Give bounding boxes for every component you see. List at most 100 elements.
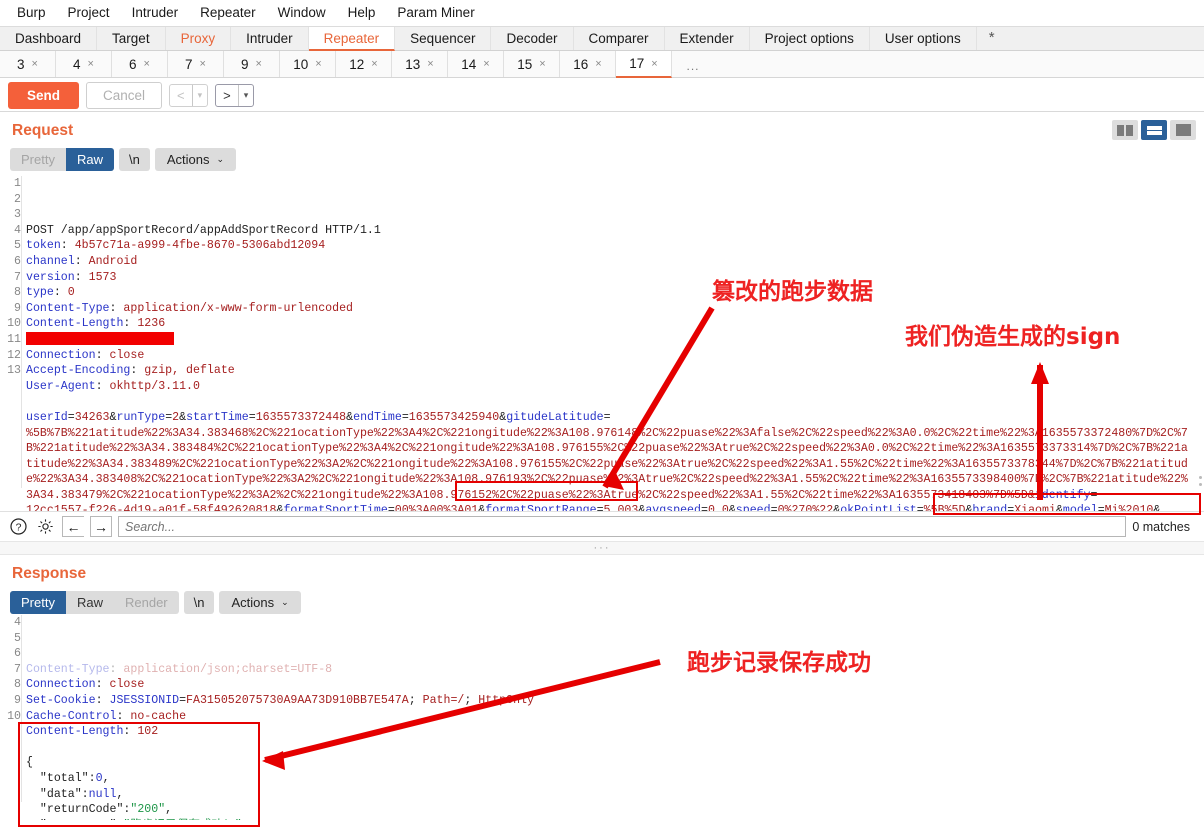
code-line[interactable]: token: 4b57c71a-a999-4fbe-8670-5306abd12… (26, 238, 1204, 254)
search-prev-button[interactable]: ← (62, 516, 84, 537)
menu-item-help[interactable]: Help (337, 0, 387, 26)
code-line[interactable]: channel: Android (26, 254, 1204, 270)
close-icon[interactable]: × (88, 58, 94, 70)
history-forward-button[interactable]: > ▾ (215, 83, 255, 107)
code-line[interactable] (26, 331, 1204, 348)
code-line[interactable]: Connection: close (26, 348, 1204, 364)
code-line[interactable]: 3A34.383479%2C%221ocationType%22%3A2%2C%… (26, 488, 1204, 504)
repeater-tab-7[interactable]: 7 × (168, 51, 224, 77)
repeater-tab-16[interactable]: 16 × (560, 51, 616, 77)
tab-repeater[interactable]: Repeater (308, 27, 396, 51)
close-icon[interactable]: × (595, 58, 601, 70)
tab-sequencer[interactable]: Sequencer (395, 27, 492, 50)
code-line[interactable]: "returnMsg":"跑步记录保存成功！", (26, 818, 1204, 820)
repeater-tab-15[interactable]: 15 × (504, 51, 560, 77)
chevron-down-icon[interactable]: ▾ (239, 85, 254, 106)
request-editor[interactable]: 1 2 3 4 5 6 7 8 9 10 11 12 13 POST /app/appSportReco… (0, 176, 1204, 511)
code-line[interactable]: titude%22%3A34.383489%2C%221ocationType%… (26, 457, 1204, 473)
close-icon[interactable]: × (256, 58, 262, 70)
code-token: & (728, 504, 736, 511)
code-line[interactable]: POST /app/appSportRecord/appAddSportReco… (26, 223, 1204, 239)
gear-icon[interactable] (35, 516, 56, 537)
response-actions-button[interactable]: Actions ⌄ (219, 591, 301, 614)
menu-item-window[interactable]: Window (267, 0, 337, 26)
tab-user-options[interactable]: User options (870, 27, 977, 50)
code-line[interactable]: Content-Length: 1236 (26, 316, 1204, 332)
view-mode-single-pane-button[interactable] (1170, 120, 1196, 140)
close-icon[interactable]: × (315, 58, 321, 70)
code-line[interactable]: type: 0 (26, 285, 1204, 301)
request-newline-button[interactable]: \n (118, 148, 150, 171)
code-line[interactable]: User-Agent: okhttp/3.11.0 (26, 379, 1204, 395)
response-render-button[interactable]: Render (114, 591, 179, 614)
code-line[interactable]: 12cc1557-f226-4d19-a01f-58f492620818 & for… (26, 503, 1204, 511)
view-mode-split-vertical-button[interactable] (1112, 120, 1138, 140)
code-line[interactable]: Content-Length: 102 (26, 724, 1204, 740)
code-line[interactable]: Content-Type: application/json;charset=U… (26, 662, 1204, 678)
menu-item-param-miner[interactable]: Param Miner (386, 0, 485, 26)
code-line[interactable]: Connection: close (26, 677, 1204, 693)
close-icon[interactable]: × (651, 58, 657, 70)
panel-splitter[interactable]: ··· (0, 541, 1204, 555)
repeater-tab-9[interactable]: 9 × (224, 51, 280, 77)
code-line[interactable]: "total":0, (26, 771, 1204, 787)
repeater-tab-13[interactable]: 13 × (392, 51, 448, 77)
close-icon[interactable]: × (427, 58, 433, 70)
close-icon[interactable]: × (539, 58, 545, 70)
response-newline-button[interactable]: \n (183, 591, 215, 614)
repeater-tab-6[interactable]: 6 × (112, 51, 168, 77)
request-pretty-button[interactable]: Pretty (10, 148, 66, 171)
response-raw-button[interactable]: Raw (66, 591, 114, 614)
repeater-tab-3[interactable]: 3 × (0, 51, 56, 77)
repeater-tab-4[interactable]: 4 × (56, 51, 112, 77)
repeater-tab-17[interactable]: 17 × (616, 51, 672, 78)
view-mode-split-horizontal-button[interactable] (1141, 120, 1167, 140)
tab-intruder[interactable]: Intruder (231, 27, 309, 50)
code-line[interactable]: %5B%7B%221atitude%22%3A34.383468%2C%221o… (26, 426, 1204, 442)
repeater-tab-14[interactable]: 14 × (448, 51, 504, 77)
code-line[interactable]: "data":null, (26, 787, 1204, 803)
close-icon[interactable]: × (483, 58, 489, 70)
repeater-tab-12[interactable]: 12 × (336, 51, 392, 77)
code-line[interactable]: Content-Type: application/x-www-form-url… (26, 301, 1204, 317)
search-next-button[interactable]: → (90, 516, 112, 537)
request-raw-button[interactable]: Raw (65, 148, 114, 171)
tab-scratch[interactable]: * (977, 27, 1007, 50)
menu-item-repeater[interactable]: Repeater (189, 0, 267, 26)
code-line[interactable]: e%22%3A34.383408%2C%221ocationType%22%3A… (26, 472, 1204, 488)
tab-project-options[interactable]: Project options (750, 27, 870, 50)
request-content[interactable]: POST /app/appSportRecord/appAddSportReco… (26, 223, 1204, 511)
code-line[interactable]: { (26, 755, 1204, 771)
tab-extender[interactable]: Extender (665, 27, 750, 50)
send-button[interactable]: Send (8, 81, 80, 109)
close-icon[interactable]: × (371, 58, 377, 70)
repeater-tab-overflow[interactable]: ... (672, 51, 714, 77)
search-input[interactable] (118, 516, 1127, 537)
code-line[interactable]: userId=34263&runType=2&startTime=1635573… (26, 410, 1204, 426)
response-content[interactable]: Content-Type: application/json;charset=U… (26, 662, 1204, 820)
response-pretty-button[interactable]: Pretty (10, 591, 66, 614)
help-icon[interactable]: ? (8, 516, 29, 537)
code-line[interactable]: Set-Cookie: JSESSIONID=FA315052075730A9A… (26, 693, 1204, 709)
tab-proxy[interactable]: Proxy (166, 27, 232, 50)
request-actions-button[interactable]: Actions ⌄ (154, 148, 237, 171)
tab-dashboard[interactable]: Dashboard (0, 27, 98, 50)
code-line[interactable]: Accept-Encoding: gzip, deflate (26, 363, 1204, 379)
menu-item-intruder[interactable]: Intruder (121, 0, 190, 26)
response-editor[interactable]: 4 5 6 7 8 9 10 Content-Type: application/json;… (0, 615, 1204, 820)
code-line[interactable]: "returnCode":"200", (26, 802, 1204, 818)
code-line[interactable]: Cache-Control: no-cache (26, 709, 1204, 725)
code-line[interactable] (26, 394, 1204, 410)
close-icon[interactable]: × (32, 58, 38, 70)
repeater-tab-10[interactable]: 10 × (280, 51, 336, 77)
close-icon[interactable]: × (200, 58, 206, 70)
code-line[interactable]: B%221atitude%22%3A34.383484%2C%221ocatio… (26, 441, 1204, 457)
code-line[interactable] (26, 740, 1204, 756)
menu-item-burp[interactable]: Burp (6, 0, 57, 26)
code-line[interactable]: version: 1573 (26, 270, 1204, 286)
menu-item-project[interactable]: Project (57, 0, 121, 26)
tab-target[interactable]: Target (97, 27, 166, 50)
close-icon[interactable]: × (144, 58, 150, 70)
tab-comparer[interactable]: Comparer (574, 27, 665, 50)
tab-decoder[interactable]: Decoder (491, 27, 574, 50)
